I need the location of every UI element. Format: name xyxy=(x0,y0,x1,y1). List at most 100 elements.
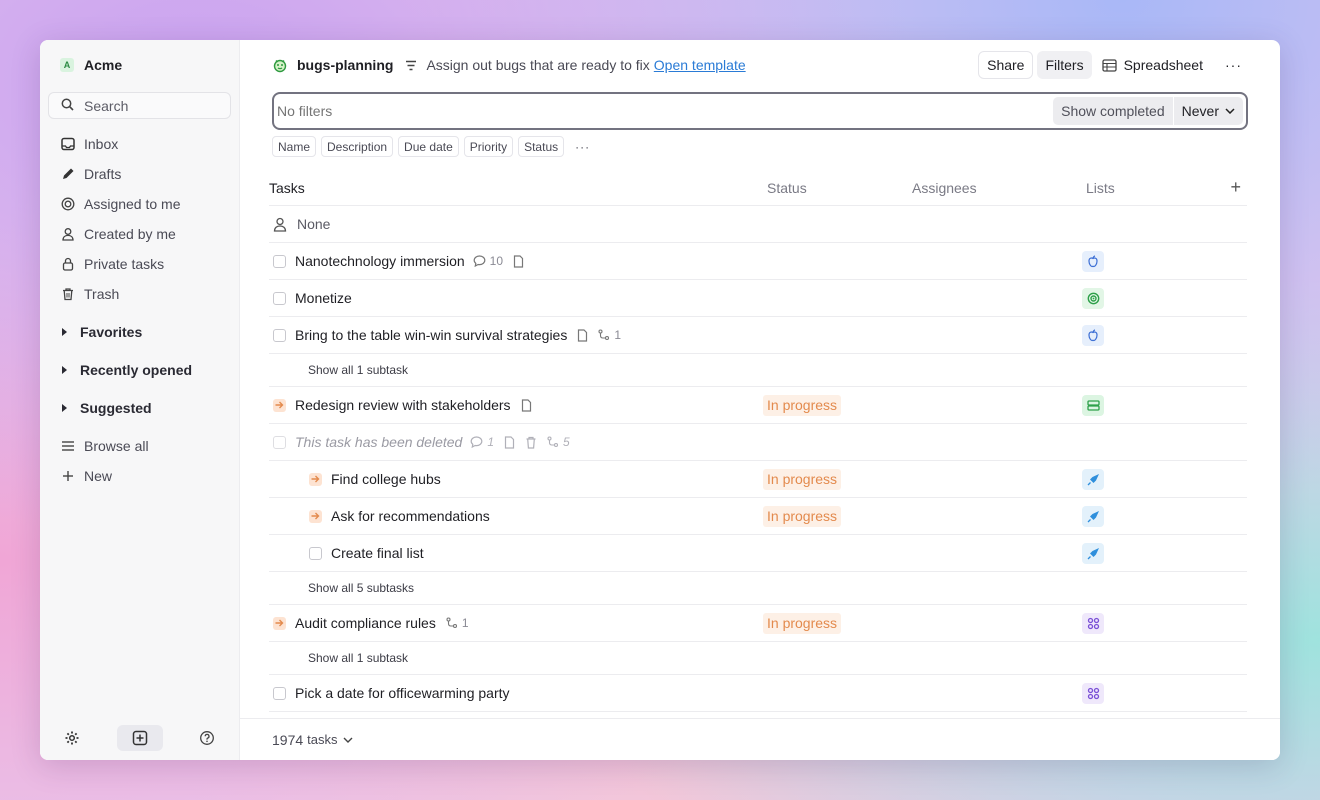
in-progress-icon[interactable] xyxy=(309,509,322,523)
header-tasks[interactable]: Tasks xyxy=(269,180,305,196)
table-row[interactable]: Bring to the table win-win survival stra… xyxy=(269,317,1247,354)
table-row[interactable]: Find college hubs In progress xyxy=(269,461,1247,498)
subtask-icon xyxy=(547,436,559,448)
show-subtasks-link[interactable]: Show all 5 subtasks xyxy=(308,581,414,595)
task-count-button[interactable]: 1974 tasks xyxy=(272,732,353,748)
help-button[interactable] xyxy=(193,725,221,751)
header-assignees[interactable]: Assignees xyxy=(912,180,977,196)
sidebar-item-created[interactable]: Created by me xyxy=(48,219,231,249)
task-name-cell: This task has been deleted 1 5 xyxy=(273,434,570,450)
more-options-button[interactable]: ··· xyxy=(1219,51,1248,79)
header-status[interactable]: Status xyxy=(767,180,807,196)
chip-description[interactable]: Description xyxy=(321,136,394,157)
filters-button[interactable]: Filters xyxy=(1037,51,1092,79)
task-name-cell: Redesign review with stakeholders xyxy=(273,397,532,413)
show-subtasks-link[interactable]: Show all 1 subtask xyxy=(308,651,408,665)
table-row[interactable]: Monetize xyxy=(269,280,1247,317)
section-favorites[interactable]: Favorites xyxy=(48,313,231,351)
sidebar-item-drafts[interactable]: Drafts xyxy=(48,159,231,189)
task-checkbox[interactable] xyxy=(273,291,286,305)
new-task-button[interactable] xyxy=(116,725,163,751)
sidebar-item-new[interactable]: New xyxy=(48,461,231,491)
search-button[interactable]: Search xyxy=(48,92,231,119)
filter-input[interactable] xyxy=(277,103,1054,119)
task-name[interactable]: Ask for recommendations xyxy=(331,508,490,524)
rocket-icon xyxy=(1087,547,1099,559)
task-checkbox[interactable] xyxy=(273,254,286,268)
task-name-cell: Ask for recommendations xyxy=(309,508,490,524)
apple-icon xyxy=(1088,328,1098,341)
task-name[interactable]: Pick a date for officewarming party xyxy=(295,685,510,701)
in-progress-icon[interactable] xyxy=(273,616,286,630)
caret-right-icon xyxy=(62,404,67,412)
project-title[interactable]: bugs-planning xyxy=(297,57,393,73)
task-name[interactable]: Create final list xyxy=(331,545,424,561)
table-row[interactable]: Audit compliance rules 1 In progress xyxy=(269,605,1247,642)
task-checkbox[interactable] xyxy=(273,686,286,700)
task-name[interactable]: Monetize xyxy=(295,290,352,306)
show-completed-select[interactable]: Never xyxy=(1172,97,1243,125)
subtask-count: 1 xyxy=(614,328,622,342)
sidebar-item-inbox[interactable]: Inbox xyxy=(48,129,231,159)
task-name[interactable]: Audit compliance rules xyxy=(295,615,436,631)
plus-icon xyxy=(60,470,76,482)
list-badge[interactable] xyxy=(1082,542,1104,564)
task-name[interactable]: Bring to the table win-win survival stra… xyxy=(295,327,567,343)
task-checkbox[interactable] xyxy=(309,546,322,560)
task-name[interactable]: Find college hubs xyxy=(331,471,441,487)
settings-button[interactable] xyxy=(58,725,86,751)
header-lists[interactable]: Lists xyxy=(1086,180,1115,196)
sidebar-item-private[interactable]: Private tasks xyxy=(48,249,231,279)
view-switcher-button[interactable]: Spreadsheet xyxy=(1096,51,1209,79)
chip-name[interactable]: Name xyxy=(272,136,317,157)
sidebar: A Acme Search Inbox Drafts Assigned to m… xyxy=(40,40,240,760)
show-subtasks-link[interactable]: Show all 1 subtask xyxy=(308,363,408,377)
task-checkbox[interactable] xyxy=(273,435,286,449)
list-badge[interactable] xyxy=(1082,394,1104,416)
list-badge[interactable] xyxy=(1082,505,1104,527)
rocket-icon xyxy=(1087,510,1099,522)
status-badge[interactable]: In progress xyxy=(763,612,842,634)
task-name[interactable]: Nanotechnology immersion xyxy=(295,253,465,269)
task-name[interactable]: Redesign review with stakeholders xyxy=(295,397,511,413)
table-row[interactable]: Pick a date for officewarming party xyxy=(269,675,1247,712)
status-badge[interactable]: In progress xyxy=(763,468,842,490)
chips-more-button[interactable]: ··· xyxy=(569,140,590,154)
sidebar-item-trash[interactable]: Trash xyxy=(48,279,231,309)
section-suggested[interactable]: Suggested xyxy=(48,389,231,427)
list-badge[interactable] xyxy=(1082,682,1104,704)
rocket-icon xyxy=(1087,473,1099,485)
section-recently-opened[interactable]: Recently opened xyxy=(48,351,231,389)
list-badge[interactable] xyxy=(1082,612,1104,634)
table-footer: 1974 tasks xyxy=(240,718,1280,760)
group-row[interactable]: None xyxy=(269,206,1247,243)
in-progress-icon[interactable] xyxy=(309,472,322,486)
list-badge[interactable] xyxy=(1082,287,1104,309)
open-template-link[interactable]: Open template xyxy=(654,57,746,73)
list-badge[interactable] xyxy=(1082,250,1104,272)
table-row[interactable]: Create final list xyxy=(269,535,1247,572)
table-row[interactable]: Redesign review with stakeholders In pro… xyxy=(269,387,1247,424)
task-checkbox[interactable] xyxy=(273,328,286,342)
user-icon xyxy=(60,227,76,241)
task-name: This task has been deleted xyxy=(295,434,463,450)
table-row[interactable]: This task has been deleted 1 5 xyxy=(269,424,1247,461)
in-progress-icon[interactable] xyxy=(273,398,286,412)
table-row[interactable]: Nanotechnology immersion 10 xyxy=(269,243,1247,280)
chip-due-date[interactable]: Due date xyxy=(398,136,459,157)
chip-status[interactable]: Status xyxy=(518,136,565,157)
comments-meta: 10 xyxy=(473,254,503,268)
table-row[interactable]: Ask for recommendations In progress xyxy=(269,498,1247,535)
status-badge[interactable]: In progress xyxy=(763,505,842,527)
status-badge[interactable]: In progress xyxy=(763,394,842,416)
workspace-name: Acme xyxy=(84,57,123,73)
share-button[interactable]: Share xyxy=(978,51,1034,79)
list-badge[interactable] xyxy=(1082,324,1104,346)
chip-priority[interactable]: Priority xyxy=(463,136,514,157)
workspace-switcher[interactable]: A Acme xyxy=(48,40,231,90)
add-column-button[interactable]: + xyxy=(1230,177,1241,198)
list-badge[interactable] xyxy=(1082,468,1104,490)
task-name-cell: Audit compliance rules 1 xyxy=(273,615,469,631)
sidebar-item-assigned[interactable]: Assigned to me xyxy=(48,189,231,219)
sidebar-item-browse-all[interactable]: Browse all xyxy=(48,431,231,461)
